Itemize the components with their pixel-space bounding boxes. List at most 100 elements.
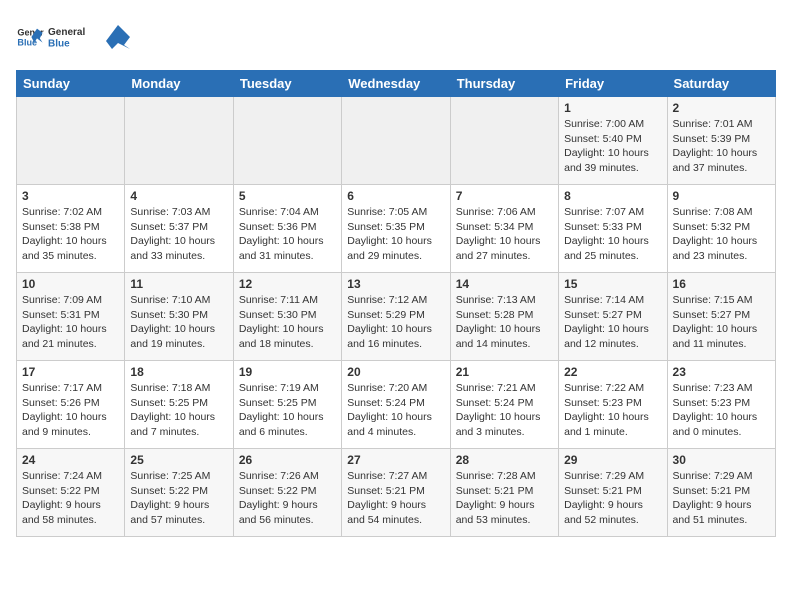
calendar-cell: 30 Sunrise: 7:29 AM Sunset: 5:21 PM Dayli… xyxy=(667,449,775,537)
day-number: 18 xyxy=(130,365,227,379)
calendar-cell: 4 Sunrise: 7:03 AM Sunset: 5:37 PM Daylig… xyxy=(125,185,233,273)
calendar-cell: 26Sunrise: 7:26 AM Sunset: 5:22 PM Dayli… xyxy=(233,449,341,537)
calendar-cell: 18 Sunrise: 7:18 AM Sunset: 5:25 PM Dayli… xyxy=(125,361,233,449)
calendar-header-monday: Monday xyxy=(125,71,233,97)
cell-content: Sunrise: 7:07 AM Sunset: 5:33 PM Dayligh… xyxy=(564,205,661,264)
calendar-cell xyxy=(342,97,450,185)
cell-content: Sunrise: 7:02 AM Sunset: 5:38 PM Dayligh… xyxy=(22,205,119,264)
logo: General Blue General Blue xyxy=(16,16,132,58)
day-number: 28 xyxy=(456,453,553,467)
calendar-header-saturday: Saturday xyxy=(667,71,775,97)
day-number: 21 xyxy=(456,365,553,379)
cell-content: Sunrise: 7:21 AM Sunset: 5:24 PM Dayligh… xyxy=(456,381,553,440)
calendar-cell: 6Sunrise: 7:05 AM Sunset: 5:35 PM Daylig… xyxy=(342,185,450,273)
cell-content: Sunrise: 7:24 AM Sunset: 5:22 PM Dayligh… xyxy=(22,469,119,528)
day-number: 22 xyxy=(564,365,661,379)
cell-content: Sunrise: 7:12 AM Sunset: 5:29 PM Dayligh… xyxy=(347,293,444,352)
day-number: 17 xyxy=(22,365,119,379)
cell-content: Sunrise: 7:23 AM Sunset: 5:23 PM Dayligh… xyxy=(673,381,770,440)
cell-content: Sunrise: 7:04 AM Sunset: 5:36 PM Dayligh… xyxy=(239,205,336,264)
day-number: 23 xyxy=(673,365,770,379)
day-number: 4 xyxy=(130,189,227,203)
calendar-cell: 7 Sunrise: 7:06 AM Sunset: 5:34 PM Daylig… xyxy=(450,185,558,273)
day-number: 12 xyxy=(239,277,336,291)
calendar-header-friday: Friday xyxy=(559,71,667,97)
calendar-header-thursday: Thursday xyxy=(450,71,558,97)
cell-content: Sunrise: 7:13 AM Sunset: 5:28 PM Dayligh… xyxy=(456,293,553,352)
cell-content: Sunrise: 7:29 AM Sunset: 5:21 PM Dayligh… xyxy=(673,469,770,528)
cell-content: Sunrise: 7:19 AM Sunset: 5:25 PM Dayligh… xyxy=(239,381,336,440)
cell-content: Sunrise: 7:08 AM Sunset: 5:32 PM Dayligh… xyxy=(673,205,770,264)
calendar-cell: 8 Sunrise: 7:07 AM Sunset: 5:33 PM Daylig… xyxy=(559,185,667,273)
calendar-cell: 17 Sunrise: 7:17 AM Sunset: 5:26 PM Dayli… xyxy=(17,361,125,449)
calendar-cell: 28 Sunrise: 7:28 AM Sunset: 5:21 PM Dayli… xyxy=(450,449,558,537)
cell-content: Sunrise: 7:03 AM Sunset: 5:37 PM Dayligh… xyxy=(130,205,227,264)
calendar-cell: 16Sunrise: 7:15 AM Sunset: 5:27 PM Dayli… xyxy=(667,273,775,361)
day-number: 10 xyxy=(22,277,119,291)
cell-content: Sunrise: 7:09 AM Sunset: 5:31 PM Dayligh… xyxy=(22,293,119,352)
cell-content: Sunrise: 7:29 AM Sunset: 5:21 PM Dayligh… xyxy=(564,469,661,528)
cell-content: Sunrise: 7:20 AM Sunset: 5:24 PM Dayligh… xyxy=(347,381,444,440)
calendar-week-row: 17 Sunrise: 7:17 AM Sunset: 5:26 PM Dayli… xyxy=(17,361,776,449)
cell-content: Sunrise: 7:05 AM Sunset: 5:35 PM Dayligh… xyxy=(347,205,444,264)
cell-content: Sunrise: 7:17 AM Sunset: 5:26 PM Dayligh… xyxy=(22,381,119,440)
header: General Blue General Blue xyxy=(16,16,776,58)
calendar-cell: 14 Sunrise: 7:13 AM Sunset: 5:28 PM Dayli… xyxy=(450,273,558,361)
cell-content: Sunrise: 7:11 AM Sunset: 5:30 PM Dayligh… xyxy=(239,293,336,352)
calendar-cell: 25 Sunrise: 7:25 AM Sunset: 5:22 PM Dayli… xyxy=(125,449,233,537)
cell-content: Sunrise: 7:06 AM Sunset: 5:34 PM Dayligh… xyxy=(456,205,553,264)
day-number: 27 xyxy=(347,453,444,467)
calendar-week-row: 10 Sunrise: 7:09 AM Sunset: 5:31 PM Dayli… xyxy=(17,273,776,361)
day-number: 1 xyxy=(564,101,661,115)
calendar-header-wednesday: Wednesday xyxy=(342,71,450,97)
calendar-cell: 19 Sunrise: 7:19 AM Sunset: 5:25 PM Dayli… xyxy=(233,361,341,449)
calendar-cell: 13 Sunrise: 7:12 AM Sunset: 5:29 PM Dayli… xyxy=(342,273,450,361)
cell-content: Sunrise: 7:18 AM Sunset: 5:25 PM Dayligh… xyxy=(130,381,227,440)
calendar-cell: 9 Sunrise: 7:08 AM Sunset: 5:32 PM Daylig… xyxy=(667,185,775,273)
calendar-header-row: SundayMondayTuesdayWednesdayThursdayFrid… xyxy=(17,71,776,97)
calendar-week-row: 3 Sunrise: 7:02 AM Sunset: 5:38 PM Daylig… xyxy=(17,185,776,273)
calendar-header-tuesday: Tuesday xyxy=(233,71,341,97)
day-number: 19 xyxy=(239,365,336,379)
day-number: 30 xyxy=(673,453,770,467)
calendar-cell: 29 Sunrise: 7:29 AM Sunset: 5:21 PM Dayli… xyxy=(559,449,667,537)
day-number: 7 xyxy=(456,189,553,203)
day-number: 29 xyxy=(564,453,661,467)
cell-content: Sunrise: 7:28 AM Sunset: 5:21 PM Dayligh… xyxy=(456,469,553,528)
day-number: 25 xyxy=(130,453,227,467)
day-number: 20 xyxy=(347,365,444,379)
day-number: 2 xyxy=(673,101,770,115)
cell-content: Sunrise: 7:27 AM Sunset: 5:21 PM Dayligh… xyxy=(347,469,444,528)
cell-content: Sunrise: 7:25 AM Sunset: 5:22 PM Dayligh… xyxy=(130,469,227,528)
calendar-week-row: 24 Sunrise: 7:24 AM Sunset: 5:22 PM Dayli… xyxy=(17,449,776,537)
svg-text:General: General xyxy=(48,27,85,38)
day-number: 3 xyxy=(22,189,119,203)
svg-text:Blue: Blue xyxy=(48,38,70,49)
calendar-cell: 24 Sunrise: 7:24 AM Sunset: 5:22 PM Dayli… xyxy=(17,449,125,537)
day-number: 15 xyxy=(564,277,661,291)
calendar-cell: 12 Sunrise: 7:11 AM Sunset: 5:30 PM Dayli… xyxy=(233,273,341,361)
cell-content: Sunrise: 7:00 AM Sunset: 5:40 PM Dayligh… xyxy=(564,117,661,176)
calendar-cell: 21 Sunrise: 7:21 AM Sunset: 5:24 PM Dayli… xyxy=(450,361,558,449)
cell-content: Sunrise: 7:01 AM Sunset: 5:39 PM Dayligh… xyxy=(673,117,770,176)
cell-content: Sunrise: 7:10 AM Sunset: 5:30 PM Dayligh… xyxy=(130,293,227,352)
cell-content: Sunrise: 7:14 AM Sunset: 5:27 PM Dayligh… xyxy=(564,293,661,352)
calendar-cell xyxy=(233,97,341,185)
calendar-cell xyxy=(450,97,558,185)
calendar-cell xyxy=(17,97,125,185)
day-number: 13 xyxy=(347,277,444,291)
general-blue-logo-svg: General Blue xyxy=(48,16,98,58)
day-number: 9 xyxy=(673,189,770,203)
day-number: 14 xyxy=(456,277,553,291)
logo-triangle-icon xyxy=(104,23,132,51)
calendar-cell: 1 Sunrise: 7:00 AM Sunset: 5:40 PM Daylig… xyxy=(559,97,667,185)
day-number: 24 xyxy=(22,453,119,467)
calendar-cell xyxy=(125,97,233,185)
calendar-cell: 11 Sunrise: 7:10 AM Sunset: 5:30 PM Dayli… xyxy=(125,273,233,361)
day-number: 11 xyxy=(130,277,227,291)
day-number: 8 xyxy=(564,189,661,203)
calendar-cell: 20 Sunrise: 7:20 AM Sunset: 5:24 PM Dayli… xyxy=(342,361,450,449)
calendar-table: SundayMondayTuesdayWednesdayThursdayFrid… xyxy=(16,70,776,537)
day-number: 26 xyxy=(239,453,336,467)
calendar-week-row: 1 Sunrise: 7:00 AM Sunset: 5:40 PM Daylig… xyxy=(17,97,776,185)
